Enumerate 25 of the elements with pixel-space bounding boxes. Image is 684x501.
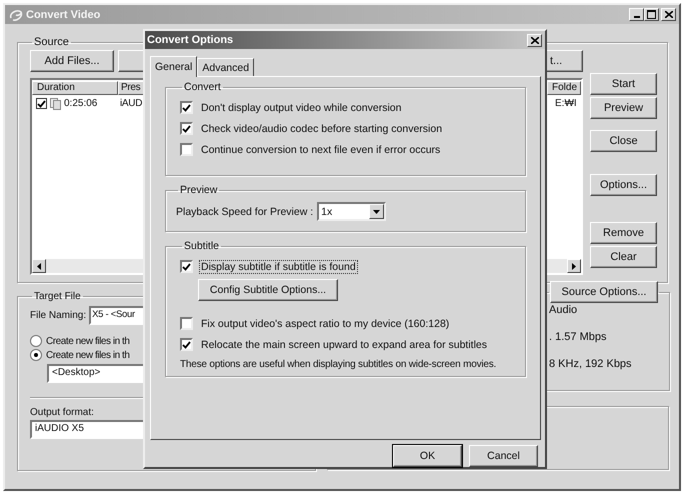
- checkbox-label: Fix output video's aspect ratio to my device (160:128): [200, 316, 450, 330]
- note-text: These options are useful when displaying subtitles on wide-screen movies.: [180, 359, 496, 370]
- info-text: . 1.57 Mbps: [549, 330, 608, 345]
- radio-label: Create new files in th: [46, 350, 130, 360]
- field-label: File Naming:: [30, 310, 86, 321]
- dialog-title: Convert Options: [147, 34, 234, 46]
- checkbox-label: Check video/audio codec before starting conversion: [200, 122, 444, 136]
- field-label: Playback Speed for Preview :: [176, 206, 314, 218]
- checkbox-label: Display subtitle if subtitle is found: [199, 260, 358, 274]
- group-label: Source: [33, 36, 70, 48]
- table-cell-text: E:₩I: [554, 98, 578, 109]
- group-label: Convert: [183, 81, 222, 93]
- group-label: Subtitle: [183, 240, 220, 252]
- group-label: Target File: [33, 291, 82, 302]
- field-label: Output format:: [30, 407, 94, 418]
- window-title: Convert Video: [26, 8, 100, 20]
- info-text: Audio: [549, 303, 578, 318]
- checkbox-label: Continue conversion to next file even if error occurs: [200, 142, 442, 156]
- checkbox-label: Don't display output video while conversion: [200, 100, 402, 114]
- group-label: Preview: [179, 184, 218, 196]
- info-text: 8 KHz, 192 Kbps: [549, 357, 633, 372]
- radio-label: Create new files in th: [46, 336, 130, 346]
- table-cell-text: iAUD: [119, 98, 144, 109]
- checkbox-label: Relocate the main screen upward to expand area for subtitles: [200, 338, 488, 352]
- table-cell: 0:25:06: [64, 98, 98, 109]
